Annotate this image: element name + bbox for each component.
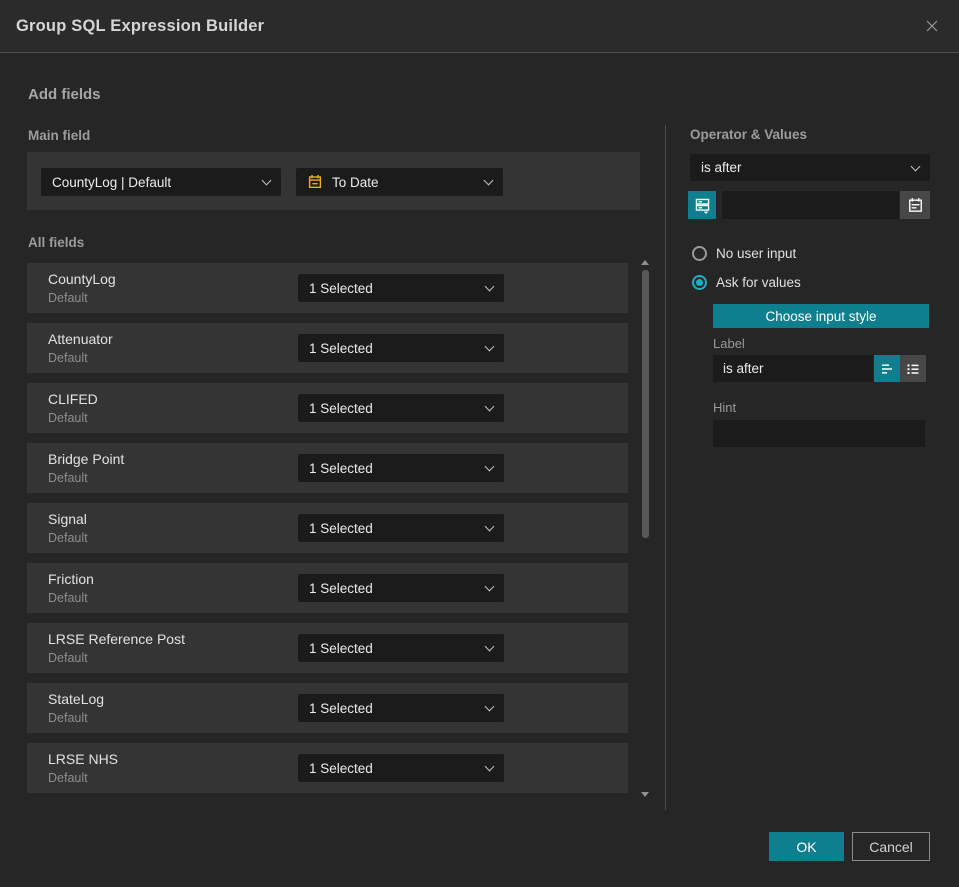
- ok-button[interactable]: OK: [769, 832, 844, 861]
- date-field-dropdown[interactable]: To Date: [296, 168, 503, 196]
- field-selection-dropdown[interactable]: 1 Selected: [298, 274, 504, 302]
- field-select-label: 1 Selected: [309, 400, 373, 416]
- field-selection-dropdown[interactable]: 1 Selected: [298, 514, 504, 542]
- chevron-down-icon: [483, 175, 494, 186]
- field-name: CLIFED: [48, 391, 98, 407]
- radio-no-user-input-label: No user input: [716, 246, 797, 261]
- close-icon[interactable]: [921, 15, 943, 37]
- operator-values-heading: Operator & Values: [690, 127, 808, 142]
- field-name: LRSE Reference Post: [48, 631, 185, 647]
- bulleted-list-icon[interactable]: [900, 355, 926, 382]
- chevron-down-icon: [484, 761, 495, 772]
- label-input[interactable]: [713, 355, 873, 382]
- hint-field-label: Hint: [713, 400, 737, 415]
- radio-no-user-input[interactable]: No user input: [692, 246, 796, 261]
- field-select-label: 1 Selected: [309, 280, 373, 296]
- hint-input[interactable]: [713, 420, 925, 447]
- dialog-header: Group SQL Expression Builder: [0, 0, 959, 53]
- field-sublabel: Default: [48, 771, 88, 785]
- field-sublabel: Default: [48, 711, 88, 725]
- field-selection-dropdown[interactable]: 1 Selected: [298, 694, 504, 722]
- chevron-down-icon: [484, 401, 495, 412]
- field-select-label: 1 Selected: [309, 460, 373, 476]
- field-name: StateLog: [48, 691, 105, 707]
- field-row: LRSE Reference Post Default 1 Selected: [27, 623, 628, 673]
- field-selection-dropdown[interactable]: 1 Selected: [298, 454, 504, 482]
- field-select-label: 1 Selected: [309, 640, 373, 656]
- field-select-label: 1 Selected: [309, 760, 373, 776]
- main-field-dropdown-value: CountyLog | Default: [52, 174, 172, 190]
- scroll-up-arrow-icon[interactable]: [641, 260, 649, 265]
- date-field-dropdown-value: To Date: [332, 174, 379, 190]
- field-name: Bridge Point: [48, 451, 125, 467]
- field-sublabel: Default: [48, 411, 88, 425]
- operator-dropdown[interactable]: is after: [690, 154, 930, 181]
- field-row: Bridge Point Default 1 Selected: [27, 443, 628, 493]
- calendar-icon: [307, 174, 323, 190]
- radio-ask-for-values-label: Ask for values: [716, 275, 801, 290]
- chevron-down-icon: [484, 521, 495, 532]
- choose-input-style-button[interactable]: Choose input style: [713, 304, 929, 328]
- field-selection-dropdown[interactable]: 1 Selected: [298, 394, 504, 422]
- radio-selected-icon: [692, 275, 707, 290]
- chevron-down-icon: [484, 341, 495, 352]
- field-row: CountyLog Default 1 Selected: [27, 263, 628, 313]
- field-name: LRSE NHS: [48, 751, 119, 767]
- field-row: LRSE NHS Default 1 Selected: [27, 743, 628, 793]
- field-row: StateLog Default 1 Selected: [27, 683, 628, 733]
- cancel-button[interactable]: Cancel: [852, 832, 930, 861]
- all-fields-list: CountyLog Default 1 Selected Attenuator …: [27, 263, 628, 803]
- chevron-down-icon: [484, 281, 495, 292]
- panel-divider: [665, 125, 666, 810]
- field-row: Signal Default 1 Selected: [27, 503, 628, 553]
- field-name: Friction: [48, 571, 94, 587]
- field-select-label: 1 Selected: [309, 340, 373, 356]
- all-fields-scrollbar[interactable]: [641, 256, 650, 801]
- chevron-down-icon: [484, 461, 495, 472]
- value-list-icon[interactable]: [688, 191, 716, 219]
- main-field-dropdown[interactable]: CountyLog | Default: [41, 168, 281, 196]
- field-row: CLIFED Default 1 Selected: [27, 383, 628, 433]
- all-fields-heading: All fields: [28, 235, 85, 250]
- field-sublabel: Default: [48, 291, 88, 305]
- field-row: Friction Default 1 Selected: [27, 563, 628, 613]
- field-select-label: 1 Selected: [309, 580, 373, 596]
- chevron-down-icon: [484, 641, 495, 652]
- main-field-panel: CountyLog | Default To Date: [27, 152, 640, 210]
- scroll-down-arrow-icon[interactable]: [641, 792, 649, 797]
- field-selection-dropdown[interactable]: 1 Selected: [298, 334, 504, 362]
- align-left-icon[interactable]: [874, 355, 900, 382]
- label-field-label: Label: [713, 336, 745, 351]
- field-sublabel: Default: [48, 471, 88, 485]
- field-row: Attenuator Default 1 Selected: [27, 323, 628, 373]
- chevron-down-icon: [910, 161, 921, 171]
- dialog-title: Group SQL Expression Builder: [16, 16, 265, 35]
- field-sublabel: Default: [48, 651, 88, 665]
- field-select-label: 1 Selected: [309, 520, 373, 536]
- group-sql-expression-builder-dialog: Group SQL Expression Builder Add fields …: [0, 0, 959, 887]
- main-field-heading: Main field: [28, 128, 91, 143]
- value-input[interactable]: [722, 191, 899, 219]
- chevron-down-icon: [484, 701, 495, 712]
- field-name: Attenuator: [48, 331, 113, 347]
- add-fields-heading: Add fields: [28, 86, 101, 103]
- radio-ask-for-values[interactable]: Ask for values: [692, 275, 801, 290]
- radio-unselected-icon: [692, 246, 707, 261]
- field-selection-dropdown[interactable]: 1 Selected: [298, 634, 504, 662]
- calendar-icon[interactable]: [900, 191, 930, 219]
- scrollbar-thumb[interactable]: [642, 270, 649, 538]
- chevron-down-icon: [484, 581, 495, 592]
- field-sublabel: Default: [48, 591, 88, 605]
- field-sublabel: Default: [48, 351, 88, 365]
- chevron-down-icon: [261, 175, 272, 186]
- field-select-label: 1 Selected: [309, 700, 373, 716]
- field-selection-dropdown[interactable]: 1 Selected: [298, 574, 504, 602]
- field-name: Signal: [48, 511, 87, 527]
- field-name: CountyLog: [48, 271, 116, 287]
- field-selection-dropdown[interactable]: 1 Selected: [298, 754, 504, 782]
- operator-dropdown-value: is after: [701, 160, 742, 175]
- field-sublabel: Default: [48, 531, 88, 545]
